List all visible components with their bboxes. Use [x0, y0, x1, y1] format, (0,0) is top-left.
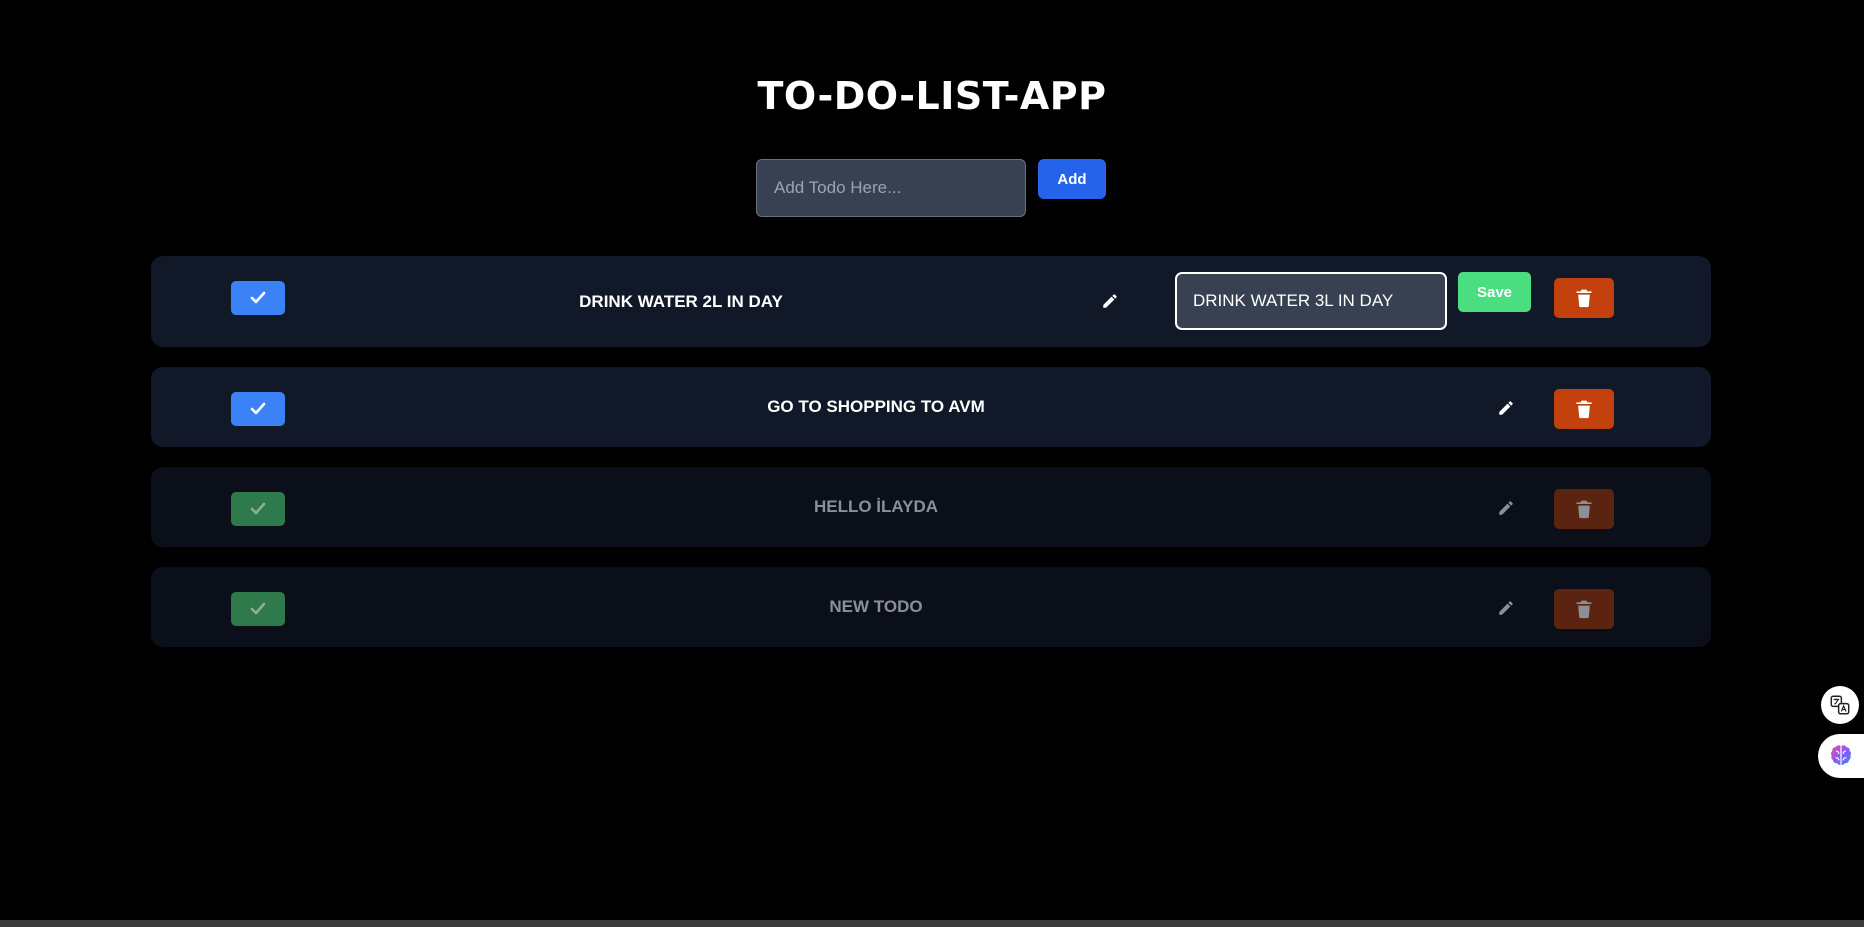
translate-icon [1830, 695, 1850, 715]
delete-button[interactable] [1554, 278, 1614, 318]
add-todo-input[interactable] [756, 159, 1026, 217]
add-todo-form: Add [756, 159, 1106, 217]
edit-button[interactable] [1095, 286, 1125, 316]
todo-item: GO TO SHOPPING TO AVM [151, 367, 1711, 447]
save-button[interactable]: Save [1458, 272, 1531, 312]
translate-extension-button[interactable] [1821, 686, 1859, 724]
check-icon [250, 291, 266, 304]
edit-button[interactable] [1491, 593, 1521, 623]
edit-button[interactable] [1491, 393, 1521, 423]
trash-icon [1576, 289, 1592, 308]
delete-button[interactable] [1554, 389, 1614, 429]
todo-text: GO TO SHOPPING TO AVM [767, 397, 985, 416]
add-button[interactable]: Add [1038, 159, 1106, 199]
check-icon [250, 602, 266, 615]
trash-icon [1576, 400, 1592, 419]
todo-item: DRINK WATER 2L IN DAY Save [151, 256, 1711, 347]
todo-text: DRINK WATER 2L IN DAY [579, 292, 783, 311]
page-title: TO-DO-LIST-APP [757, 74, 1107, 118]
pencil-icon [1499, 601, 1513, 615]
check-icon [250, 402, 266, 415]
complete-toggle-button[interactable] [231, 281, 285, 315]
todo-text: HELLO İLAYDA [813, 497, 939, 516]
pencil-icon [1103, 294, 1117, 308]
brain-icon [1831, 745, 1851, 765]
trash-icon [1576, 500, 1592, 519]
window-bottom-edge [0, 920, 1864, 927]
trash-icon [1576, 600, 1592, 619]
pencil-icon [1499, 401, 1513, 415]
pencil-icon [1499, 501, 1513, 515]
check-icon [250, 502, 266, 515]
delete-button[interactable] [1554, 589, 1614, 629]
todo-list: DRINK WATER 2L IN DAY Save GO TO SHOPPIN… [151, 256, 1711, 667]
todo-item-completed: HELLO İLAYDA [151, 467, 1711, 547]
todo-item-completed: NEW TODO [151, 567, 1711, 647]
delete-button[interactable] [1554, 489, 1614, 529]
complete-toggle-button[interactable] [231, 592, 285, 626]
edit-button[interactable] [1491, 493, 1521, 523]
edit-todo-input[interactable] [1175, 272, 1447, 330]
assistant-extension-button[interactable] [1818, 734, 1864, 778]
todo-text: NEW TODO [829, 597, 923, 616]
complete-toggle-button[interactable] [231, 492, 285, 526]
complete-toggle-button[interactable] [231, 392, 285, 426]
